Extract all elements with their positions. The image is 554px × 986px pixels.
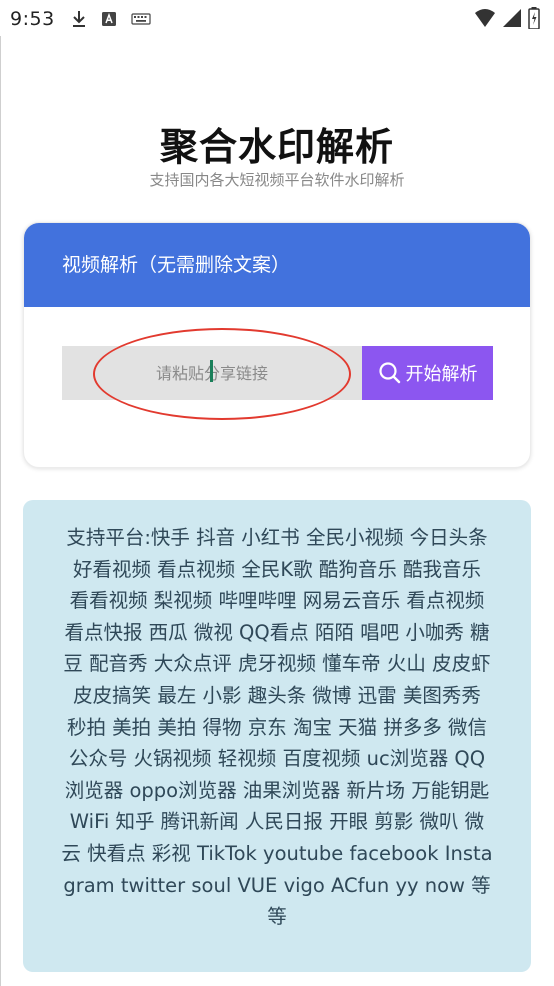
supported-platforms-box: 支持平台:快手 抖音 小红书 全民小视频 今日头条 好看视频 看点视频 全民K歌… (23, 500, 531, 972)
download-icon (71, 10, 87, 28)
supported-platforms-text: 支持平台:快手 抖音 小红书 全民小视频 今日头条 好看视频 看点视频 全民K歌… (61, 526, 493, 929)
text-cursor (210, 360, 213, 382)
status-time: 9:53 (10, 8, 55, 30)
keyboard-icon (131, 12, 151, 26)
font-app-icon (101, 11, 117, 27)
start-parse-button[interactable]: 开始解析 (362, 346, 493, 400)
parse-card: 视频解析（无需删除文案） 开始解析 (23, 222, 531, 468)
start-parse-label: 开始解析 (405, 364, 478, 385)
card-title: 视频解析（无需删除文案） (24, 223, 530, 307)
status-right (474, 7, 546, 29)
wifi-icon (474, 8, 496, 28)
page-title: 聚合水印解析 (159, 125, 394, 169)
status-bar: 9:53 (0, 0, 554, 38)
page-subtitle: 支持国内各大短视频平台软件水印解析 (149, 171, 405, 189)
battery-icon (528, 7, 540, 29)
input-row: 开始解析 (62, 346, 493, 400)
signal-icon (502, 8, 522, 28)
search-icon (378, 362, 400, 384)
